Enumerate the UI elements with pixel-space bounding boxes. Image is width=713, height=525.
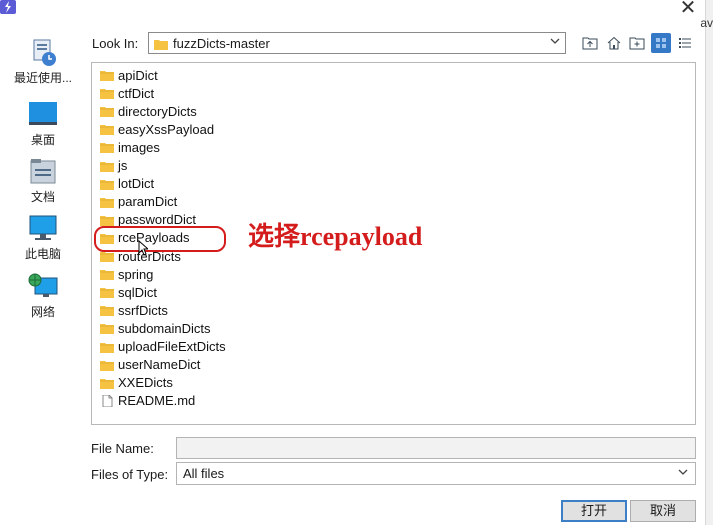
folder-icon bbox=[100, 105, 114, 118]
details-view-icon bbox=[679, 38, 691, 48]
home-icon bbox=[607, 36, 621, 50]
chevron-down-icon bbox=[549, 35, 561, 50]
folder-icon bbox=[100, 286, 114, 299]
sidebar-item-network[interactable]: 网络 bbox=[10, 272, 76, 320]
folder-item[interactable]: uploadFileExtDicts bbox=[100, 338, 226, 356]
recent-icon bbox=[26, 38, 60, 68]
filename-input[interactable] bbox=[176, 437, 696, 459]
folder-item[interactable]: directoryDicts bbox=[100, 102, 197, 120]
annotation-highlight-oval bbox=[94, 226, 226, 252]
file-name: apiDict bbox=[118, 67, 158, 83]
file-name: uploadFileExtDicts bbox=[118, 339, 226, 354]
sidebar-item-recent[interactable]: 最近使用... bbox=[10, 38, 76, 86]
folder-item[interactable]: spring bbox=[100, 265, 153, 283]
folder-icon bbox=[100, 341, 114, 353]
background-window-text: av bbox=[700, 16, 713, 30]
background-window-edge bbox=[705, 0, 713, 525]
folder-item[interactable]: ctfDict bbox=[100, 84, 154, 102]
folder-icon bbox=[100, 160, 114, 172]
folder-item[interactable]: apiDict bbox=[100, 66, 158, 84]
filename-label: File Name: bbox=[91, 441, 154, 456]
folder-item[interactable]: sqlDict bbox=[100, 283, 157, 301]
folder-item[interactable]: lotDict bbox=[100, 175, 154, 193]
folder-icon bbox=[100, 377, 114, 389]
sidebar-item-documents[interactable]: 文档 bbox=[10, 157, 76, 205]
sidebar-label: 最近使用... bbox=[13, 71, 72, 85]
filetype-value: All files bbox=[183, 466, 225, 481]
filetype-dropdown[interactable]: All files bbox=[176, 462, 696, 485]
open-button[interactable]: 打开 bbox=[561, 500, 627, 522]
lookin-label: Look In: bbox=[92, 36, 139, 51]
sidebar-label: 网络 bbox=[30, 305, 55, 319]
folder-icon bbox=[100, 123, 114, 136]
folder-item[interactable]: paramDict bbox=[100, 193, 177, 211]
sidebar-label: 桌面 bbox=[30, 133, 55, 147]
close-button[interactable]: ✕ bbox=[677, 0, 699, 18]
file-name: README.md bbox=[118, 393, 196, 409]
folder-item[interactable]: ssrfDicts bbox=[100, 301, 168, 319]
computer-icon bbox=[26, 214, 60, 244]
file-name: easyXssPayload bbox=[118, 121, 215, 137]
file-name: lotDict bbox=[118, 176, 155, 192]
lookin-value: fuzzDicts-master bbox=[173, 36, 270, 51]
file-name: js bbox=[118, 158, 128, 173]
up-folder-icon bbox=[582, 37, 598, 50]
folder-icon bbox=[100, 87, 114, 100]
file-name: directoryDicts bbox=[118, 103, 197, 119]
file-name: subdomainDicts bbox=[118, 320, 211, 336]
file-name: images bbox=[118, 139, 160, 155]
home-button[interactable] bbox=[604, 33, 624, 53]
file-name: paramDict bbox=[118, 194, 178, 210]
folder-icon bbox=[100, 322, 114, 335]
filetype-label: Files of Type: bbox=[91, 467, 169, 482]
folder-item[interactable]: XXEDicts bbox=[100, 374, 173, 392]
documents-icon bbox=[26, 157, 60, 187]
sidebar-item-desktop[interactable]: 桌面 bbox=[10, 100, 76, 148]
folder-item[interactable]: images bbox=[100, 138, 160, 156]
folder-icon bbox=[100, 196, 114, 208]
file-name: sqlDict bbox=[118, 284, 158, 300]
desktop-icon bbox=[26, 100, 60, 130]
sidebar-label: 文档 bbox=[30, 190, 55, 204]
list-view-button[interactable] bbox=[651, 33, 671, 53]
folder-item[interactable]: easyXssPayload bbox=[100, 120, 214, 138]
annotation-text: 选择rcepayload bbox=[248, 222, 423, 251]
folder-icon bbox=[100, 268, 114, 281]
file-name: ssrfDicts bbox=[118, 302, 168, 318]
up-folder-button[interactable] bbox=[580, 33, 600, 53]
file-name: ctfDict bbox=[118, 85, 155, 101]
chevron-down-icon bbox=[677, 466, 689, 481]
folder-icon bbox=[100, 304, 114, 317]
file-name: XXEDicts bbox=[118, 375, 173, 391]
folder-icon bbox=[100, 359, 114, 371]
folder-item[interactable]: subdomainDicts bbox=[100, 319, 211, 337]
document-icon bbox=[100, 394, 114, 408]
file-name: spring bbox=[118, 266, 154, 282]
sidebar-label: 此电脑 bbox=[24, 247, 61, 261]
details-view-button[interactable] bbox=[675, 33, 695, 53]
list-view-icon bbox=[656, 38, 666, 48]
folder-icon bbox=[100, 214, 114, 226]
mouse-cursor-icon bbox=[138, 239, 150, 259]
cancel-button[interactable]: 取消 bbox=[630, 500, 696, 522]
folder-item[interactable]: js bbox=[100, 157, 127, 175]
folder-icon bbox=[100, 178, 114, 190]
new-folder-icon bbox=[629, 37, 645, 50]
network-icon bbox=[26, 272, 60, 302]
folder-icon bbox=[154, 40, 168, 50]
file-item[interactable]: README.md bbox=[100, 392, 195, 410]
lookin-dropdown[interactable]: fuzzDicts-master bbox=[148, 32, 566, 54]
app-icon bbox=[0, 0, 16, 14]
folder-icon bbox=[100, 141, 114, 154]
folder-item[interactable]: userNameDict bbox=[100, 356, 200, 374]
sidebar-item-computer[interactable]: 此电脑 bbox=[10, 214, 76, 262]
file-name: userNameDict bbox=[118, 357, 201, 373]
folder-icon bbox=[100, 69, 114, 81]
new-folder-button[interactable] bbox=[627, 33, 647, 53]
